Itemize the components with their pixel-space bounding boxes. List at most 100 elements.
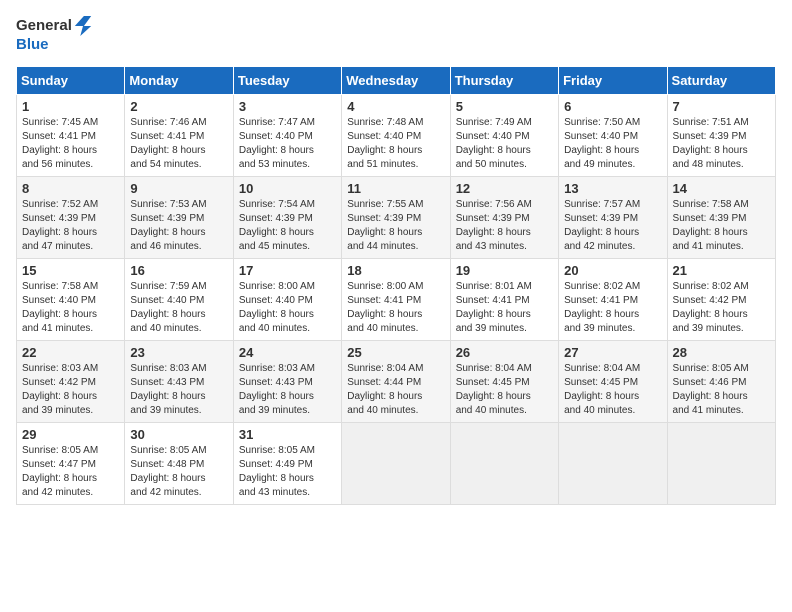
day-number: 23 — [130, 345, 227, 360]
col-header-monday: Monday — [125, 67, 233, 95]
calendar-cell: 17 Sunrise: 8:00 AM Sunset: 4:40 PM Dayli… — [233, 259, 341, 341]
day-info: Sunrise: 8:00 AM Sunset: 4:40 PM Dayligh… — [239, 280, 336, 336]
calendar-cell: 15 Sunrise: 7:58 AM Sunset: 4:40 PM Dayli… — [17, 259, 125, 341]
day-info: Sunrise: 7:58 AM Sunset: 4:40 PM Dayligh… — [22, 280, 119, 336]
day-number: 11 — [347, 181, 444, 196]
calendar-cell: 19 Sunrise: 8:01 AM Sunset: 4:41 PM Dayli… — [450, 259, 558, 341]
calendar-cell: 5 Sunrise: 7:49 AM Sunset: 4:40 PM Daylig… — [450, 95, 558, 177]
day-number: 16 — [130, 263, 227, 278]
logo-wordmark: General Blue — [16, 16, 92, 54]
day-info: Sunrise: 7:52 AM Sunset: 4:39 PM Dayligh… — [22, 198, 119, 254]
col-header-wednesday: Wednesday — [342, 67, 450, 95]
day-number: 18 — [347, 263, 444, 278]
logo-arrow-icon — [74, 16, 92, 36]
day-number: 25 — [347, 345, 444, 360]
day-number: 17 — [239, 263, 336, 278]
calendar-cell: 6 Sunrise: 7:50 AM Sunset: 4:40 PM Daylig… — [559, 95, 667, 177]
day-number: 7 — [673, 99, 770, 114]
day-number: 26 — [456, 345, 553, 360]
day-info: Sunrise: 8:03 AM Sunset: 4:42 PM Dayligh… — [22, 362, 119, 418]
calendar-cell: 21 Sunrise: 8:02 AM Sunset: 4:42 PM Dayli… — [667, 259, 775, 341]
calendar-cell: 10Sunrise: 7:54 AM Sunset: 4:39 PM Dayli… — [233, 177, 341, 259]
day-number: 14 — [673, 181, 770, 196]
day-info: Sunrise: 7:51 AM Sunset: 4:39 PM Dayligh… — [673, 116, 770, 172]
day-number: 1 — [22, 99, 119, 114]
day-info: Sunrise: 8:02 AM Sunset: 4:42 PM Dayligh… — [673, 280, 770, 336]
calendar-cell: 4 Sunrise: 7:48 AM Sunset: 4:40 PM Daylig… — [342, 95, 450, 177]
day-number: 19 — [456, 263, 553, 278]
day-info: Sunrise: 7:45 AM Sunset: 4:41 PM Dayligh… — [22, 116, 119, 172]
logo: General Blue — [16, 16, 92, 54]
calendar-cell: 8 Sunrise: 7:52 AM Sunset: 4:39 PM Daylig… — [17, 177, 125, 259]
day-number: 9 — [130, 181, 227, 196]
day-number: 21 — [673, 263, 770, 278]
calendar-cell: 16 Sunrise: 7:59 AM Sunset: 4:40 PM Dayli… — [125, 259, 233, 341]
calendar-cell: 2 Sunrise: 7:46 AM Sunset: 4:41 PM Daylig… — [125, 95, 233, 177]
day-info: Sunrise: 8:05 AM Sunset: 4:49 PM Dayligh… — [239, 444, 336, 500]
page-header: General Blue — [16, 16, 776, 54]
col-header-thursday: Thursday — [450, 67, 558, 95]
day-number: 4 — [347, 99, 444, 114]
day-info: Sunrise: 8:05 AM Sunset: 4:48 PM Dayligh… — [130, 444, 227, 500]
calendar-cell: 31 Sunrise: 8:05 AM Sunset: 4:49 PM Dayli… — [233, 423, 341, 505]
calendar-cell — [559, 423, 667, 505]
day-info: Sunrise: 7:53 AM Sunset: 4:39 PM Dayligh… — [130, 198, 227, 254]
calendar-cell: 28Sunrise: 8:05 AM Sunset: 4:46 PM Dayli… — [667, 341, 775, 423]
calendar-cell: 9 Sunrise: 7:53 AM Sunset: 4:39 PM Daylig… — [125, 177, 233, 259]
day-number: 30 — [130, 427, 227, 442]
calendar-cell — [450, 423, 558, 505]
calendar-cell: 22 Sunrise: 8:03 AM Sunset: 4:42 PM Dayli… — [17, 341, 125, 423]
day-info: Sunrise: 8:03 AM Sunset: 4:43 PM Dayligh… — [130, 362, 227, 418]
calendar-cell: 20 Sunrise: 8:02 AM Sunset: 4:41 PM Dayli… — [559, 259, 667, 341]
day-info: Sunrise: 8:04 AM Sunset: 4:45 PM Dayligh… — [564, 362, 661, 418]
col-header-sunday: Sunday — [17, 67, 125, 95]
calendar-cell: 29Sunrise: 8:05 AM Sunset: 4:47 PM Dayli… — [17, 423, 125, 505]
day-number: 3 — [239, 99, 336, 114]
day-info: Sunrise: 7:50 AM Sunset: 4:40 PM Dayligh… — [564, 116, 661, 172]
day-info: Sunrise: 8:03 AM Sunset: 4:43 PM Dayligh… — [239, 362, 336, 418]
day-number: 13 — [564, 181, 661, 196]
day-info: Sunrise: 7:48 AM Sunset: 4:40 PM Dayligh… — [347, 116, 444, 172]
day-info: Sunrise: 7:47 AM Sunset: 4:40 PM Dayligh… — [239, 116, 336, 172]
day-number: 12 — [456, 181, 553, 196]
day-info: Sunrise: 8:01 AM Sunset: 4:41 PM Dayligh… — [456, 280, 553, 336]
calendar-cell: 27 Sunrise: 8:04 AM Sunset: 4:45 PM Dayli… — [559, 341, 667, 423]
day-info: Sunrise: 7:56 AM Sunset: 4:39 PM Dayligh… — [456, 198, 553, 254]
calendar-cell: 23 Sunrise: 8:03 AM Sunset: 4:43 PM Dayli… — [125, 341, 233, 423]
calendar-cell: 13 Sunrise: 7:57 AM Sunset: 4:39 PM Dayli… — [559, 177, 667, 259]
day-info: Sunrise: 8:05 AM Sunset: 4:46 PM Dayligh… — [673, 362, 770, 418]
day-number: 20 — [564, 263, 661, 278]
day-info: Sunrise: 8:05 AM Sunset: 4:47 PM Dayligh… — [22, 444, 119, 500]
day-number: 27 — [564, 345, 661, 360]
day-info: Sunrise: 7:49 AM Sunset: 4:40 PM Dayligh… — [456, 116, 553, 172]
day-number: 15 — [22, 263, 119, 278]
col-header-friday: Friday — [559, 67, 667, 95]
day-info: Sunrise: 7:58 AM Sunset: 4:39 PM Dayligh… — [673, 198, 770, 254]
day-info: Sunrise: 7:57 AM Sunset: 4:39 PM Dayligh… — [564, 198, 661, 254]
day-info: Sunrise: 8:02 AM Sunset: 4:41 PM Dayligh… — [564, 280, 661, 336]
day-number: 2 — [130, 99, 227, 114]
day-number: 24 — [239, 345, 336, 360]
col-header-tuesday: Tuesday — [233, 67, 341, 95]
day-info: Sunrise: 7:54 AM Sunset: 4:39 PM Dayligh… — [239, 198, 336, 254]
day-number: 22 — [22, 345, 119, 360]
day-number: 8 — [22, 181, 119, 196]
calendar-cell — [667, 423, 775, 505]
day-info: Sunrise: 7:46 AM Sunset: 4:41 PM Dayligh… — [130, 116, 227, 172]
day-info: Sunrise: 7:59 AM Sunset: 4:40 PM Dayligh… — [130, 280, 227, 336]
calendar-cell: 7 Sunrise: 7:51 AM Sunset: 4:39 PM Daylig… — [667, 95, 775, 177]
day-info: Sunrise: 8:00 AM Sunset: 4:41 PM Dayligh… — [347, 280, 444, 336]
day-info: Sunrise: 8:04 AM Sunset: 4:44 PM Dayligh… — [347, 362, 444, 418]
calendar-cell: 30 Sunrise: 8:05 AM Sunset: 4:48 PM Dayli… — [125, 423, 233, 505]
calendar-cell: 1 Sunrise: 7:45 AM Sunset: 4:41 PM Daylig… — [17, 95, 125, 177]
day-info: Sunrise: 8:04 AM Sunset: 4:45 PM Dayligh… — [456, 362, 553, 418]
day-number: 5 — [456, 99, 553, 114]
calendar-cell: 26 Sunrise: 8:04 AM Sunset: 4:45 PM Dayli… — [450, 341, 558, 423]
calendar-cell: 24 Sunrise: 8:03 AM Sunset: 4:43 PM Dayli… — [233, 341, 341, 423]
calendar-cell — [342, 423, 450, 505]
calendar-cell: 3 Sunrise: 7:47 AM Sunset: 4:40 PM Daylig… — [233, 95, 341, 177]
day-number: 6 — [564, 99, 661, 114]
calendar-cell: 12 Sunrise: 7:56 AM Sunset: 4:39 PM Dayli… — [450, 177, 558, 259]
day-number: 31 — [239, 427, 336, 442]
calendar-table: SundayMondayTuesdayWednesdayThursdayFrid… — [16, 66, 776, 505]
